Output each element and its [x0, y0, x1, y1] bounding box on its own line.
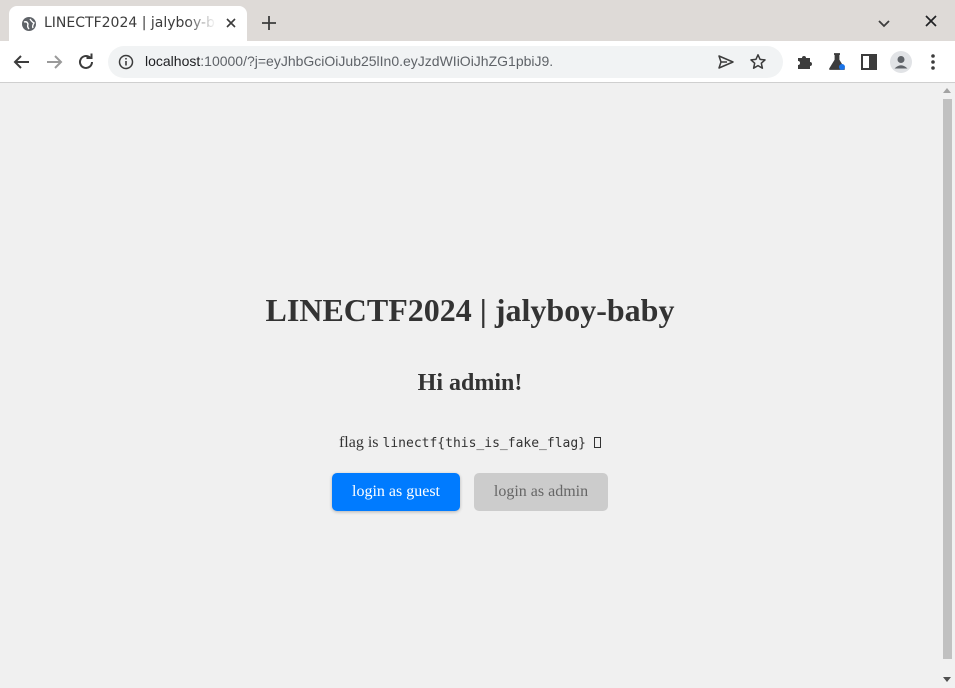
forward-arrow-icon[interactable]: [42, 50, 66, 74]
reload-icon[interactable]: [74, 50, 98, 74]
puzzle-icon[interactable]: [793, 50, 817, 74]
scroll-down-arrow-icon[interactable]: [943, 677, 951, 682]
send-icon[interactable]: [717, 53, 735, 71]
flag-value: linectf{this_is_fake_flag}: [382, 436, 587, 451]
window-close-icon[interactable]: [922, 12, 940, 30]
scroll-up-arrow-icon[interactable]: [943, 88, 951, 93]
kebab-menu-icon[interactable]: [921, 50, 945, 74]
greeting-heading: Hi admin!: [417, 370, 523, 396]
url-path: :10000/?j=eyJhbGciOiJub25lIn0.eyJzdWIiOi…: [200, 53, 554, 69]
address-bar[interactable]: localhost:10000/?j=eyJhbGciOiJub25lIn0.e…: [108, 46, 783, 78]
profile-icon[interactable]: [889, 50, 913, 74]
star-icon[interactable]: [749, 53, 767, 71]
login-as-admin-button[interactable]: login as admin: [474, 473, 608, 511]
browser-tab[interactable]: LINECTF2024 | jalyboy-baby: [9, 6, 247, 41]
browser-toolbar: localhost:10000/?j=eyJhbGciOiJub25lIn0.e…: [0, 41, 955, 83]
tab-title: LINECTF2024 | jalyboy-baby: [44, 15, 216, 31]
page-title: LINECTF2024 | jalyboy-baby: [265, 292, 675, 328]
missing-glyph-icon: [594, 437, 602, 448]
flask-icon[interactable]: [825, 50, 849, 74]
vertical-scrollbar[interactable]: [940, 84, 955, 688]
tab-strip: LINECTF2024 | jalyboy-baby: [0, 0, 955, 41]
url-text[interactable]: localhost:10000/?j=eyJhbGciOiJub25lIn0.e…: [145, 53, 553, 69]
flag-text: flag is linectf{this_is_fake_flag}: [0, 434, 940, 452]
side-panel-icon[interactable]: [857, 50, 881, 74]
new-tab-icon[interactable]: [259, 13, 279, 33]
tab-close-icon[interactable]: [223, 15, 239, 31]
flag-prefix: flag is: [338, 434, 379, 451]
page-content: LINECTF2024 | jalyboy-baby Hi admin! fla…: [0, 84, 940, 688]
chevron-down-icon[interactable]: [875, 14, 893, 32]
globe-icon: [22, 17, 36, 31]
login-as-guest-button[interactable]: login as guest: [332, 473, 460, 511]
url-host: localhost: [145, 53, 201, 69]
back-arrow-icon[interactable]: [10, 50, 34, 74]
scrollbar-thumb[interactable]: [943, 99, 952, 659]
info-icon[interactable]: [118, 54, 134, 70]
